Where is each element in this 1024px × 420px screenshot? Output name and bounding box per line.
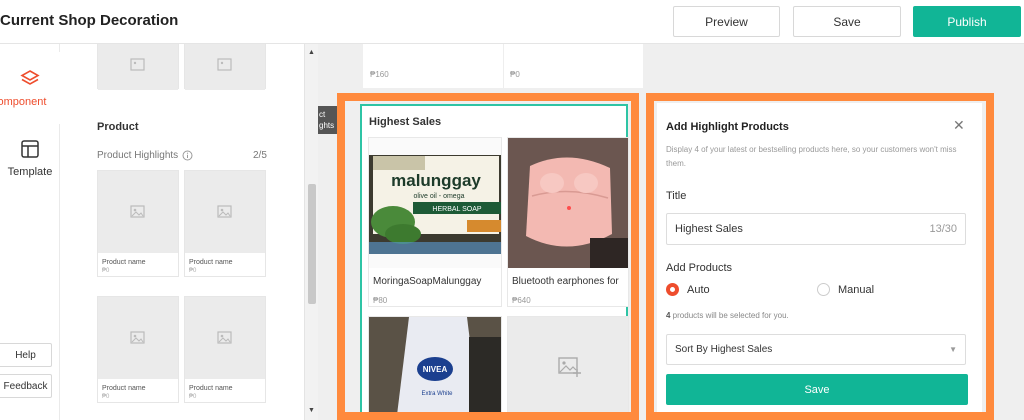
add-products-label: Add Products <box>666 262 733 274</box>
product-highlight-card[interactable]: Product name ₱0 <box>184 170 266 277</box>
preview-button[interactable]: Preview <box>673 6 780 37</box>
product-image-earphones <box>508 138 628 268</box>
card-price: ₱0 <box>102 268 110 274</box>
product-price: ₱80 <box>373 296 388 305</box>
rail-item-label: Template <box>7 166 53 178</box>
rail-item-template[interactable]: Template <box>0 122 60 194</box>
product-highlight-card[interactable]: Product name ₱0 <box>97 170 179 277</box>
highlight-title: Highest Sales <box>369 116 442 128</box>
scroll-down-icon[interactable]: ▼ <box>308 407 315 414</box>
title-counter: 13/30 <box>929 223 957 235</box>
add-image-icon <box>558 357 581 377</box>
image-placeholder-icon <box>217 331 232 344</box>
scroll-up-icon[interactable]: ▲ <box>308 49 315 56</box>
title-input-value: Highest Sales <box>675 223 743 235</box>
card-name: Product name <box>189 385 233 392</box>
add-highlight-products-panel: Add Highlight Products ✕ Display 4 of yo… <box>657 103 982 412</box>
soap-brand-text: malunggay <box>391 171 481 190</box>
product-name: MoringaSoapMalunggay <box>373 276 482 287</box>
highlights-count: 2/5 <box>253 150 267 161</box>
selection-hint: 4 products will be selected for you. <box>666 311 789 320</box>
image-placeholder-icon <box>130 331 145 344</box>
component-card-partial[interactable] <box>97 44 179 90</box>
product-tile[interactable]: Bluetooth earphones for ₱640 <box>507 137 629 307</box>
layers-icon <box>20 70 40 85</box>
product-highlights-subtitle: Product Highlights <box>97 150 193 161</box>
lotion-sub-text: Extra White <box>421 391 453 397</box>
card-price: ₱0 <box>102 394 110 400</box>
left-rail: omponent Template Help Feedback <box>0 44 60 420</box>
sort-select[interactable]: Sort By Highest Sales ▼ <box>666 334 966 365</box>
title-input[interactable]: Highest Sales 13/30 <box>666 213 966 245</box>
radio-auto-label: Auto <box>687 283 710 296</box>
radio-unselected-icon <box>817 283 830 296</box>
radio-auto[interactable]: Auto <box>666 283 710 296</box>
prev-price: ₱0 <box>510 70 520 79</box>
product-tile-empty[interactable] <box>507 316 629 414</box>
title-label: Title <box>666 190 687 202</box>
component-tag[interactable]: ct ghts <box>318 106 342 134</box>
card-name: Product name <box>102 385 146 392</box>
product-tile[interactable]: NIVEA Extra White <box>368 316 502 415</box>
previous-component[interactable]: ₱160 ₱0 <box>363 44 643 88</box>
feedback-button[interactable]: Feedback <box>0 374 52 398</box>
component-panel: Product Product Highlights 2/5 Product n… <box>60 44 304 420</box>
product-image-lotion: NIVEA Extra White <box>369 317 501 415</box>
rail-item-label: omponent <box>0 96 47 108</box>
image-placeholder-icon <box>130 205 145 218</box>
save-button[interactable]: Save <box>793 6 901 37</box>
product-highlight-card[interactable]: Product name ₱0 <box>184 296 266 403</box>
image-placeholder-icon <box>217 205 232 218</box>
card-name: Product name <box>189 259 233 266</box>
form-description: Display 4 of your latest or bestselling … <box>666 145 957 168</box>
info-icon[interactable] <box>182 150 193 161</box>
template-icon <box>21 140 39 158</box>
lotion-brand-text: NIVEA <box>423 365 448 374</box>
image-placeholder-icon <box>217 58 232 71</box>
product-image-soap: malunggay olive oil - omega HERBAL SOAP <box>369 138 501 268</box>
radio-manual-label: Manual <box>838 283 875 296</box>
top-bar: Current Shop Decoration Preview Save Pub… <box>0 0 1024 44</box>
close-icon[interactable]: ✕ <box>953 117 965 134</box>
product-name: Bluetooth earphones for <box>512 276 619 287</box>
product-tile[interactable]: malunggay olive oil - omega HERBAL SOAP … <box>368 137 502 307</box>
publish-button[interactable]: Publish <box>913 6 1021 37</box>
soap-banner-text: HERBAL SOAP <box>432 206 481 213</box>
subtitle-text: Product Highlights <box>97 150 179 161</box>
product-price: ₱640 <box>512 296 531 305</box>
form-save-button[interactable]: Save <box>666 374 968 405</box>
highlight-products-preview[interactable]: Highest Sales malunggay olive oil - omeg… <box>360 104 629 415</box>
tag-text-line: ghts <box>319 121 335 130</box>
section-title: Product <box>97 121 139 133</box>
hint-text: products will be selected for you. <box>670 311 789 320</box>
soap-sub-text: olive oil - omega <box>414 193 465 200</box>
card-price: ₱0 <box>189 394 197 400</box>
card-price: ₱0 <box>189 268 197 274</box>
scrollbar-thumb[interactable] <box>308 184 316 304</box>
prev-price: ₱160 <box>370 70 389 79</box>
radio-manual[interactable]: Manual <box>817 283 874 296</box>
component-card-partial[interactable] <box>184 44 266 90</box>
image-placeholder-icon <box>130 58 145 71</box>
card-name: Product name <box>102 259 146 266</box>
rail-item-component[interactable]: omponent <box>0 52 60 124</box>
radio-selected-icon <box>666 283 679 296</box>
panel-scrollbar[interactable]: ▲ ▼ <box>304 44 318 420</box>
form-title: Add Highlight Products <box>666 121 789 133</box>
sort-select-value: Sort By Highest Sales <box>675 344 773 355</box>
product-highlight-card[interactable]: Product name ₱0 <box>97 296 179 403</box>
help-button[interactable]: Help <box>0 343 52 367</box>
page-title: Current Shop Decoration <box>0 12 179 29</box>
chevron-down-icon: ▼ <box>949 345 957 354</box>
tag-text-line: ct <box>319 110 326 119</box>
